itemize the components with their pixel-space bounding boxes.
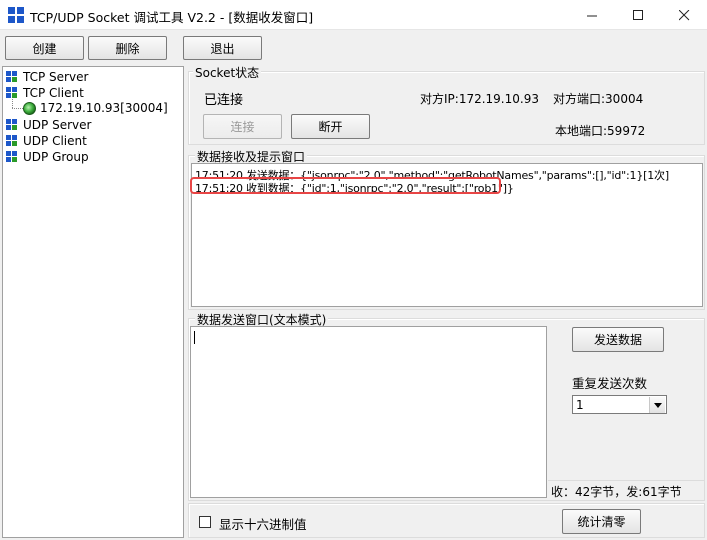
tree-connector	[12, 108, 23, 109]
maximize-icon	[632, 9, 643, 20]
title-bar: TCP/UDP Socket 调试工具 V2.2 - [数据收发窗口]	[0, 0, 707, 30]
minimize-icon	[586, 15, 597, 16]
send-data-button[interactable]: 发送数据	[572, 327, 664, 352]
connect-button[interactable]: 连接	[203, 114, 282, 139]
network-icon	[6, 119, 18, 131]
disconnect-button[interactable]: 断开	[291, 114, 370, 139]
byte-stats: 收：42字节，发:61字节	[551, 485, 682, 499]
send-input[interactable]	[190, 326, 547, 498]
tree-item-label: UDP Group	[23, 150, 89, 164]
repeat-count-label: 重复发送次数	[572, 376, 648, 391]
local-port: 本地端口:59972	[555, 124, 646, 138]
peer-port: 对方端口:30004	[553, 92, 644, 106]
window-title: TCP/UDP Socket 调试工具 V2.2 - [数据收发窗口]	[30, 10, 314, 25]
tree-item-udp-group[interactable]: UDP Group	[6, 149, 89, 165]
close-icon	[678, 9, 689, 20]
connected-status-icon	[23, 101, 36, 115]
connection-tree[interactable]: TCP Server TCP Client 172.19.10.93[30004…	[2, 66, 184, 538]
connection-state: 已连接	[204, 93, 244, 108]
tree-item-udp-server[interactable]: UDP Server	[6, 117, 91, 133]
socket-status-label: Socket状态	[193, 64, 262, 81]
highlight-box	[190, 177, 501, 194]
app-icon	[8, 7, 24, 23]
text-cursor	[194, 331, 195, 344]
delete-button[interactable]: 删除	[88, 36, 167, 60]
minimize-button[interactable]	[569, 0, 615, 30]
stats-bar: 收：42字节，发:61字节	[548, 480, 704, 499]
tree-item-label: TCP Client	[23, 86, 84, 100]
tree-item-tcp-client[interactable]: TCP Client	[6, 85, 84, 101]
clear-stats-button[interactable]: 统计清零	[562, 509, 641, 534]
tree-item-label: UDP Client	[23, 134, 87, 148]
maximize-button[interactable]	[615, 0, 661, 30]
chevron-down-icon[interactable]	[649, 397, 665, 413]
hex-label: 显示十六进制值	[219, 517, 307, 532]
exit-button[interactable]: 退出	[183, 36, 262, 60]
repeat-count-value: 1	[576, 398, 584, 412]
tree-item-label: UDP Server	[23, 118, 92, 132]
network-icon	[6, 71, 18, 83]
create-button[interactable]: 创建	[5, 36, 84, 60]
repeat-count-select[interactable]: 1	[572, 395, 667, 414]
tree-item-connection[interactable]: 172.19.10.93[30004]	[23, 100, 168, 116]
tree-connector	[12, 99, 13, 108]
hex-checkbox[interactable]	[199, 516, 211, 528]
network-icon	[6, 87, 18, 99]
tree-item-tcp-server[interactable]: TCP Server	[6, 69, 88, 85]
network-icon	[6, 135, 18, 147]
network-icon	[6, 151, 18, 163]
tree-item-udp-client[interactable]: UDP Client	[6, 133, 87, 149]
peer-ip: 对方IP:172.19.10.93	[420, 92, 539, 106]
tree-item-label: TCP Server	[23, 70, 89, 84]
tree-item-label: 172.19.10.93[30004]	[40, 101, 168, 115]
close-button[interactable]	[661, 0, 707, 30]
